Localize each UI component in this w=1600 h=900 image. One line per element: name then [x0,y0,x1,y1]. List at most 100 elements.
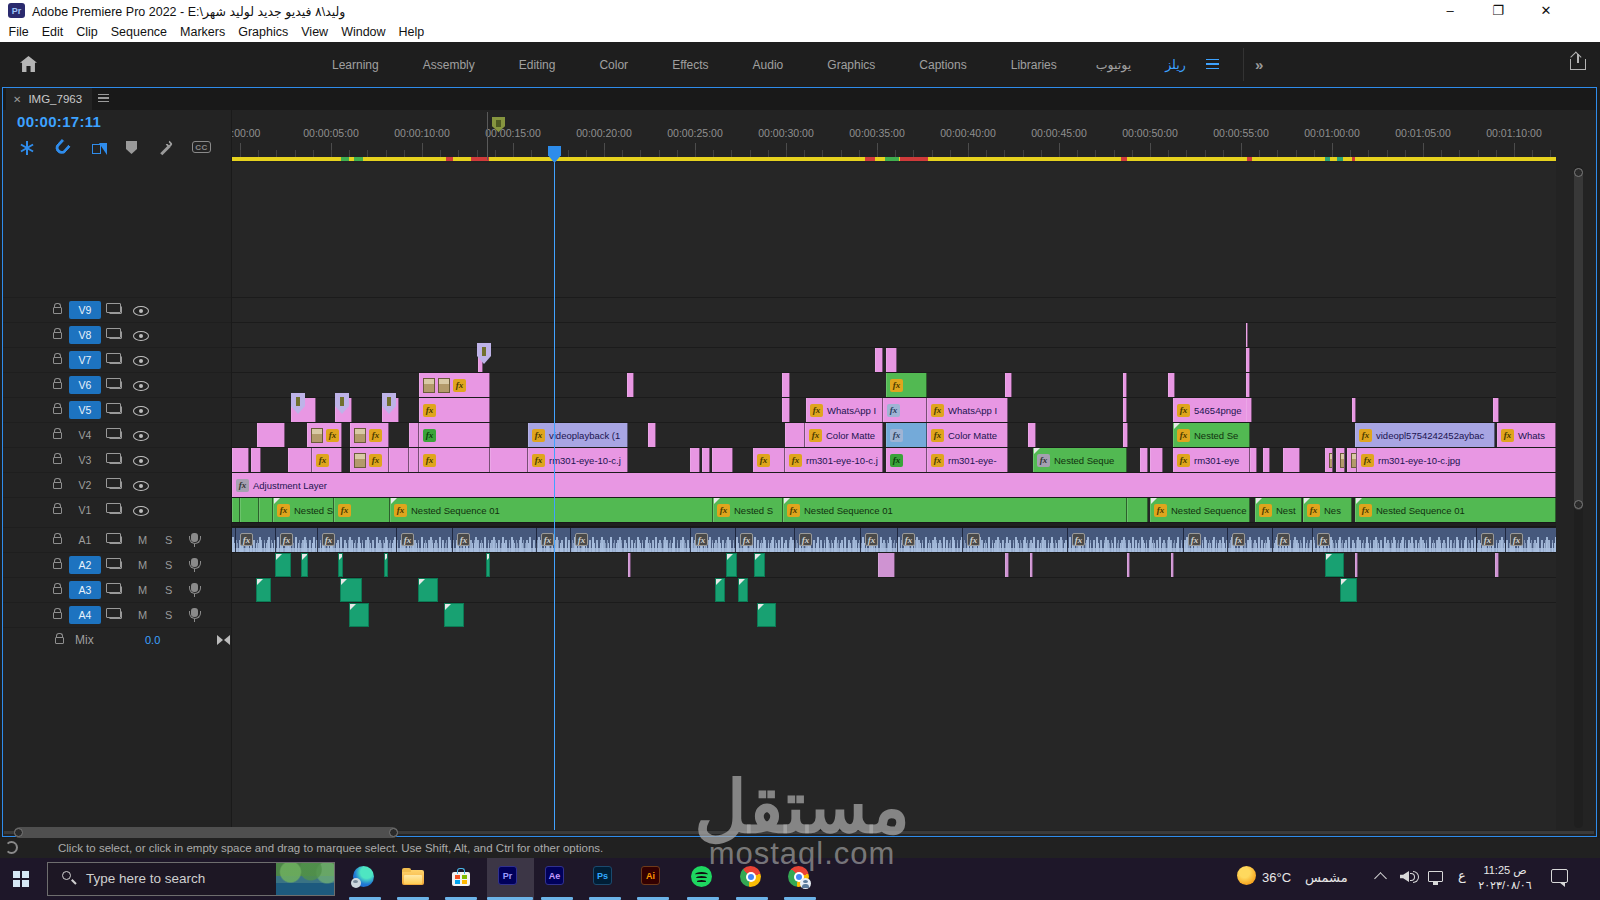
lock-icon[interactable] [53,357,62,364]
lock-icon[interactable] [53,382,62,389]
source-patch-icon[interactable] [109,481,122,489]
menu-markers[interactable]: Markers [174,22,232,42]
timeline-clip[interactable] [1123,373,1127,397]
timeline-clip[interactable] [275,553,291,577]
taskbar-icon-store[interactable] [449,866,474,891]
timeline-clip[interactable] [1493,398,1499,422]
timeline-clip[interactable] [715,578,725,602]
time-ruler[interactable]: 00:00:0000:00:05:0000:00:10:0000:00:15:0… [232,110,1556,163]
timeline-settings-icon[interactable] [158,141,174,157]
toggle-track-output-icon[interactable] [133,356,149,366]
source-patch-icon[interactable] [109,561,122,569]
menu-graphics[interactable]: Graphics [232,22,295,42]
workspace-tab-Graphics[interactable]: Graphics [805,58,897,72]
timeline-clip-rm301-eye[interactable]: fxrm301-eye [1173,448,1250,472]
timeline-clip[interactable] [1263,448,1270,472]
panel-menu-icon[interactable] [98,94,109,102]
timeline-clip[interactable] [690,448,700,472]
timeline-clip[interactable] [288,448,312,472]
timeline-clip[interactable] [1325,448,1333,472]
lock-icon[interactable] [53,482,62,489]
timeline-clip[interactable] [232,498,240,522]
track-target-button[interactable]: A4 [69,606,101,624]
video-track-lane-v9[interactable] [232,297,1556,322]
hscroll-right-handle[interactable] [389,828,398,837]
linked-selection-icon[interactable] [92,141,108,156]
timeline-clip-whats[interactable]: fxWhats [1497,423,1556,447]
menu-view[interactable]: View [295,22,335,42]
timeline-clip[interactable] [886,348,897,372]
taskbar-icon-premiere[interactable]: Pr [498,866,523,891]
timeline-clip[interactable]: fx [886,373,927,397]
solo-button[interactable]: S [165,584,172,596]
track-target-button[interactable]: V6 [69,376,101,394]
timeline-clip[interactable]: fx [886,423,927,447]
timeline-clip[interactable] [1150,448,1163,472]
source-patch-icon[interactable] [109,611,122,619]
lock-icon[interactable] [53,457,62,464]
toggle-track-output-icon[interactable] [133,331,149,341]
timeline-clip-whatsapp-i[interactable]: fxWhatsApp I [806,398,883,422]
captions-icon[interactable]: CC [192,141,211,153]
timeline-clip[interactable]: fx [753,448,785,472]
timeline-clip[interactable]: fx [883,398,927,422]
timeline-clip-videoplayback-(1[interactable]: fxvideoplayback (1 [528,423,628,447]
track-target-button[interactable]: V9 [69,301,101,319]
timeline-clip-adjustment-layer[interactable]: fxAdjustment Layer [232,473,1556,497]
timeline-clip-nested-sequence-01[interactable]: fxNested Sequence 01 [783,498,1127,522]
source-patch-icon[interactable] [109,536,122,544]
timeline-clip-54654pnge[interactable]: fx54654pnge [1173,398,1248,422]
solo-button[interactable]: S [165,534,172,546]
timeline-clip[interactable] [785,423,805,447]
timeline-clip[interactable] [627,373,634,397]
workspace-menu-icon[interactable] [1206,59,1219,69]
source-patch-icon[interactable] [109,431,122,439]
timeline-clip[interactable] [1127,553,1130,577]
track-target-button[interactable]: V5 [69,401,101,419]
timeline-clip[interactable]: fx [350,448,389,472]
timeline-clip[interactable] [1028,423,1036,447]
timeline-clip-nested-se[interactable]: fxNested Se [1173,423,1250,447]
timeline-clip[interactable] [754,553,765,577]
track-target-button[interactable]: A2 [69,556,101,574]
toggle-track-output-icon[interactable] [133,481,149,491]
timeline-clip[interactable] [738,578,748,602]
timeline-clip[interactable] [1336,448,1345,472]
export-icon[interactable] [1570,54,1586,70]
vscroll-bottom-handle[interactable] [1574,500,1583,509]
taskbar-icon-chrome[interactable] [740,866,765,891]
timeline-clip[interactable] [1246,373,1250,397]
solo-button[interactable]: S [165,559,172,571]
minimize-button[interactable]: – [1443,0,1457,20]
timeline-clip[interactable] [875,348,883,372]
taskbar-icon-explorer[interactable] [401,866,426,891]
track-target-button[interactable]: A3 [69,581,101,599]
timeline-clip[interactable] [259,498,273,522]
timeline-clip[interactable] [1030,553,1033,577]
timeline-clip[interactable] [782,398,790,422]
timeline-clip[interactable] [1005,553,1009,577]
timeline-tab[interactable]: ✕IMG_7963 [6,88,92,110]
timeline-clip-nested-seque[interactable]: fxNested Seque [1033,448,1127,472]
timeline-clip[interactable] [648,423,656,447]
home-icon[interactable] [20,56,37,72]
close-tab-icon[interactable]: ✕ [13,94,21,105]
source-patch-icon[interactable] [109,331,122,339]
source-patch-icon[interactable] [109,456,122,464]
timeline-clip[interactable] [1250,448,1257,472]
timeline-clip[interactable]: fx [312,448,342,472]
timeline-clip[interactable] [1140,448,1148,472]
timeline-clip-color-matte[interactable]: fxColor Matte [805,423,883,447]
timeline-clip[interactable] [232,448,249,472]
lock-icon[interactable] [53,507,62,514]
timeline-clip[interactable] [389,448,409,472]
timeline-clip[interactable] [240,498,259,522]
lock-icon[interactable] [53,332,62,339]
work-area-bar[interactable] [232,157,1556,161]
timeline-clip[interactable]: fx [419,398,490,422]
timeline-clip[interactable] [726,553,737,577]
weather-temp[interactable]: 36°C [1262,870,1291,885]
toggle-track-output-icon[interactable] [133,431,149,441]
lock-icon[interactable] [53,432,62,439]
source-patch-icon[interactable] [109,356,122,364]
